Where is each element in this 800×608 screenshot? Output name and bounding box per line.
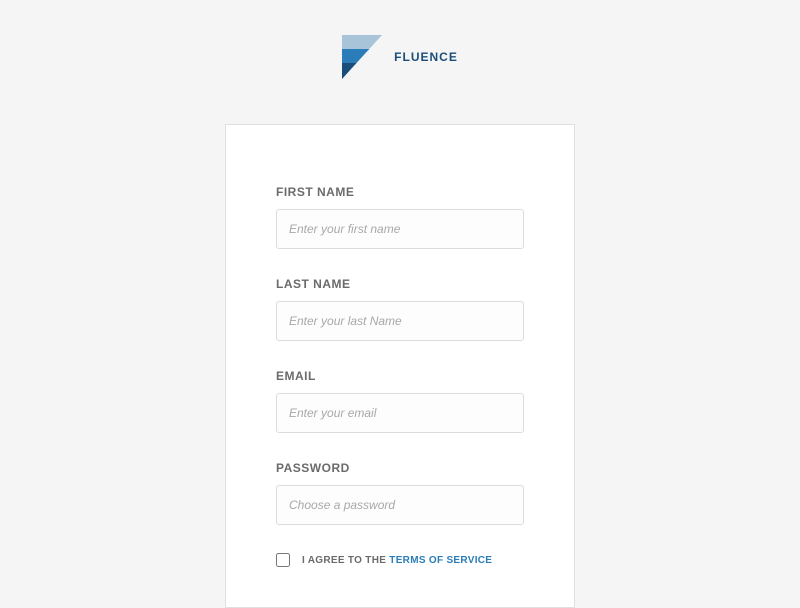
email-input[interactable] [276, 393, 524, 433]
password-input[interactable] [276, 485, 524, 525]
brand-logo: FLUENCE [342, 35, 458, 79]
last-name-input[interactable] [276, 301, 524, 341]
last-name-label: LAST NAME [276, 277, 524, 291]
signup-card: FIRST NAME LAST NAME EMAIL PASSWORD I AG… [225, 124, 575, 608]
terms-text: I AGREE TO THE TERMS OF SERVICE [302, 555, 492, 566]
terms-checkbox[interactable] [276, 553, 290, 567]
terms-link[interactable]: TERMS OF SERVICE [389, 555, 492, 566]
logo-icon [342, 35, 382, 79]
first-name-input[interactable] [276, 209, 524, 249]
first-name-label: FIRST NAME [276, 185, 524, 199]
brand-name: FLUENCE [394, 50, 458, 64]
password-label: PASSWORD [276, 461, 524, 475]
email-label: EMAIL [276, 369, 524, 383]
terms-prefix: I AGREE TO THE [302, 555, 389, 566]
